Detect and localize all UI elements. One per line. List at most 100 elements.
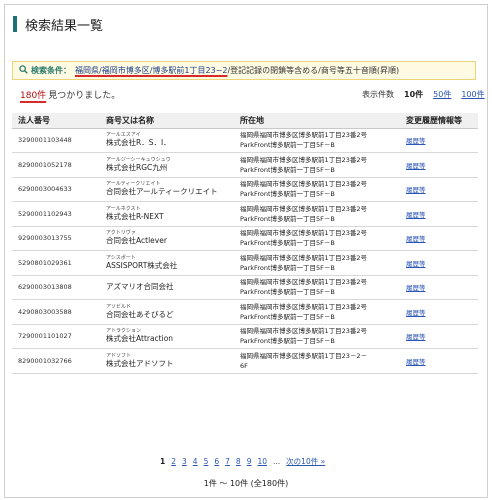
page-link-7[interactable]: 7 [225,457,230,466]
company-name-cell: アトラクション 株式会社Attraction [100,324,234,349]
company-name: アズマリオ合同会社 [106,282,174,292]
conditions-label: 検索条件： [31,66,71,75]
address-line-2: ParkFront博多駅前一丁目5F－B [240,337,335,346]
history-cell: 履歴等 [400,177,478,202]
table-row: 5290001102943 アールネクスト 株式会社R-NEXT 福岡県福岡市博多区博… [12,201,478,227]
table-row: 3290001103448 アールエスアイ 株式会社R．S．I． 福岡県福岡市博多区博… [12,128,478,153]
corporate-number: 8290001052178 [12,152,100,178]
address-line-1: 福岡県福岡市博多区博多駅前1丁目23番2号 [240,302,368,311]
address-cell: 福岡県福岡市博多区博多駅前1丁目23番2号 ParkFront博多駅前一丁目5F－… [234,226,400,251]
history-cell: 履歴等 [400,324,478,349]
corporate-number: 6290003004633 [12,177,100,202]
history-link[interactable]: 履歴等 [406,235,426,243]
company-name-cell: アールエスアイ 株式会社R．S．I． [100,128,234,153]
history-link[interactable]: 履歴等 [406,284,426,292]
history-link[interactable]: 履歴等 [406,211,426,219]
per-page-label: 表示件数 [362,90,394,99]
address-line-1: 福岡県福岡市博多区博多駅前1丁目23－2－ [240,351,368,360]
header-history: 変更履歴情報等 [400,113,478,129]
address-line-1: 福岡県福岡市博多区博多駅前1丁目23番2号 [240,204,368,213]
history-cell: 履歴等 [400,275,478,300]
page-link-3[interactable]: 3 [182,457,187,466]
history-cell: 履歴等 [400,201,478,227]
history-link[interactable]: 履歴等 [406,358,426,366]
address-line-1: 福岡県福岡市博多区博多駅前1丁目23番2号 [240,253,368,262]
search-icon [19,64,28,77]
address-line-2: ParkFront博多駅前一丁目5F－B [240,190,335,199]
title-accent-bar [13,16,17,32]
page-link-10[interactable]: 10 [257,457,267,466]
corporate-number: 8290001032766 [12,348,100,374]
page-ellipsis: ... [273,457,281,466]
next-page-link[interactable]: 次の10件 » [286,456,325,467]
result-found-text: 見つかりました。 [48,91,121,101]
page-link-8[interactable]: 8 [236,457,241,466]
history-link[interactable]: 履歴等 [406,186,426,194]
address-line-1: 福岡県福岡市博多区博多駅前1丁目23番2号 [240,180,368,189]
company-name: 合同会社あそびるど [106,309,174,319]
company-name-cell: アソビルド 合同会社あそびるど [100,299,234,325]
company-name: 株式会社R-NEXT [106,211,164,221]
company-name: 合同会社アールティークリエイト [106,187,218,197]
company-name: 株式会社Attraction [106,334,174,344]
address-line-1: 福岡県福岡市博多区博多駅前1丁目23番2号 [240,155,368,164]
corporate-number: 5290001102943 [12,201,100,227]
table-row: 6290003004633 アールティークリエイト 合同会社アールティークリエイト福… [12,177,478,202]
address-cell: 福岡県福岡市博多区博多駅前1丁目23番2号 ParkFront博多駅前一丁目5F－… [234,299,400,325]
company-name-cell: アズマリオ合同会社 [100,275,234,300]
address-cell: 福岡県福岡市博多区博多駅前1丁目23番2号 ParkFront博多駅前一丁目5F－… [234,324,400,349]
per-page-current: 10件 [404,90,424,99]
table-row: 7290001101027 アトラクション 株式会社Attraction 福岡県福岡市… [12,324,478,349]
address-cell: 福岡県福岡市博多区博多駅前1丁目23番2号 ParkFront博多駅前一丁目5F－… [234,152,400,178]
header-corporate-number: 法人番号 [12,113,100,129]
address-line-2: ParkFront博多駅前一丁目5F－B [240,288,335,297]
company-name: 株式会社R．S．I． [106,138,171,148]
company-name: 合同会社Actlever [106,236,167,246]
history-link[interactable]: 履歴等 [406,260,426,268]
page-link-6[interactable]: 6 [214,457,219,466]
company-name: ASSISPORT株式会社 [106,260,178,270]
table-row: 4290803003588 アソビルド 合同会社あそびるど 福岡県福岡市博多区博多駅前… [12,299,478,325]
table-row: 6290003013808 アズマリオ合同会社 福岡県福岡市博多区博多駅前1丁目23… [12,275,478,300]
per-page-selector: 表示件数 10件 50件 100件 [362,89,485,100]
per-page-100-link[interactable]: 100件 [461,89,484,100]
page-link-5[interactable]: 5 [204,457,209,466]
address-line-1: 福岡県福岡市博多区博多駅前1丁目23番2号 [240,327,368,336]
page-link-9[interactable]: 9 [247,457,252,466]
header-address: 所在地 [234,113,400,129]
result-count: 180件 [20,91,47,101]
history-link[interactable]: 履歴等 [406,137,426,145]
address-line-2: ParkFront博多駅前一丁目5F－B [240,141,335,150]
corporate-number: 9290003013755 [12,226,100,251]
history-cell: 履歴等 [400,152,478,178]
table-header-row: 法人番号 商号又は名称 所在地 変更履歴情報等 [12,113,478,129]
per-page-50-link[interactable]: 50件 [433,89,451,100]
company-name: 株式会社RGC九州 [106,162,168,172]
company-name-cell: アクトリヴァ 合同会社Actlever [100,226,234,251]
corporate-number: 6290003013808 [12,275,100,300]
history-cell: 履歴等 [400,226,478,251]
history-link[interactable]: 履歴等 [406,309,426,317]
corporate-number: 7290001101027 [12,324,100,349]
page-link-4[interactable]: 4 [193,457,198,466]
page-link-2[interactable]: 2 [171,457,176,466]
address-cell: 福岡県福岡市博多区博多駅前1丁目23番2号 ParkFront博多駅前一丁目5F－… [234,128,400,153]
history-link[interactable]: 履歴等 [406,162,426,170]
table-row: 9290003013755 アクトリヴァ 合同会社Actlever 福岡県福岡市博多区… [12,226,478,251]
history-cell: 履歴等 [400,348,478,374]
address-line-2: ParkFront博多駅前一丁目5F－B [240,312,335,321]
history-cell: 履歴等 [400,250,478,276]
corporate-number: 5290801029361 [12,250,100,276]
address-cell: 福岡県福岡市博多区博多駅前1丁目23－2－ 6F [234,348,400,374]
address-line-1: 福岡県福岡市博多区博多駅前1丁目23番2号 [240,229,368,238]
company-name-cell: アシスポート ASSISPORT株式会社 [100,250,234,276]
history-link[interactable]: 履歴等 [406,333,426,341]
company-name-cell: アドソフト 株式会社アドソフト [100,348,234,374]
title-bar: 検索結果一覧 [5,5,487,43]
address-line-2: ParkFront博多駅前一丁目5F－B [240,263,335,272]
address-cell: 福岡県福岡市博多区博多駅前1丁目23番2号 ParkFront博多駅前一丁目5F－… [234,275,400,300]
page-title: 検索結果一覧 [25,18,104,34]
address-cell: 福岡県福岡市博多区博多駅前1丁目23番2号 ParkFront博多駅前一丁目5F－… [234,201,400,227]
history-cell: 履歴等 [400,128,478,153]
address-cell: 福岡県福岡市博多区博多駅前1丁目23番2号 ParkFront博多駅前一丁目5F－… [234,250,400,276]
